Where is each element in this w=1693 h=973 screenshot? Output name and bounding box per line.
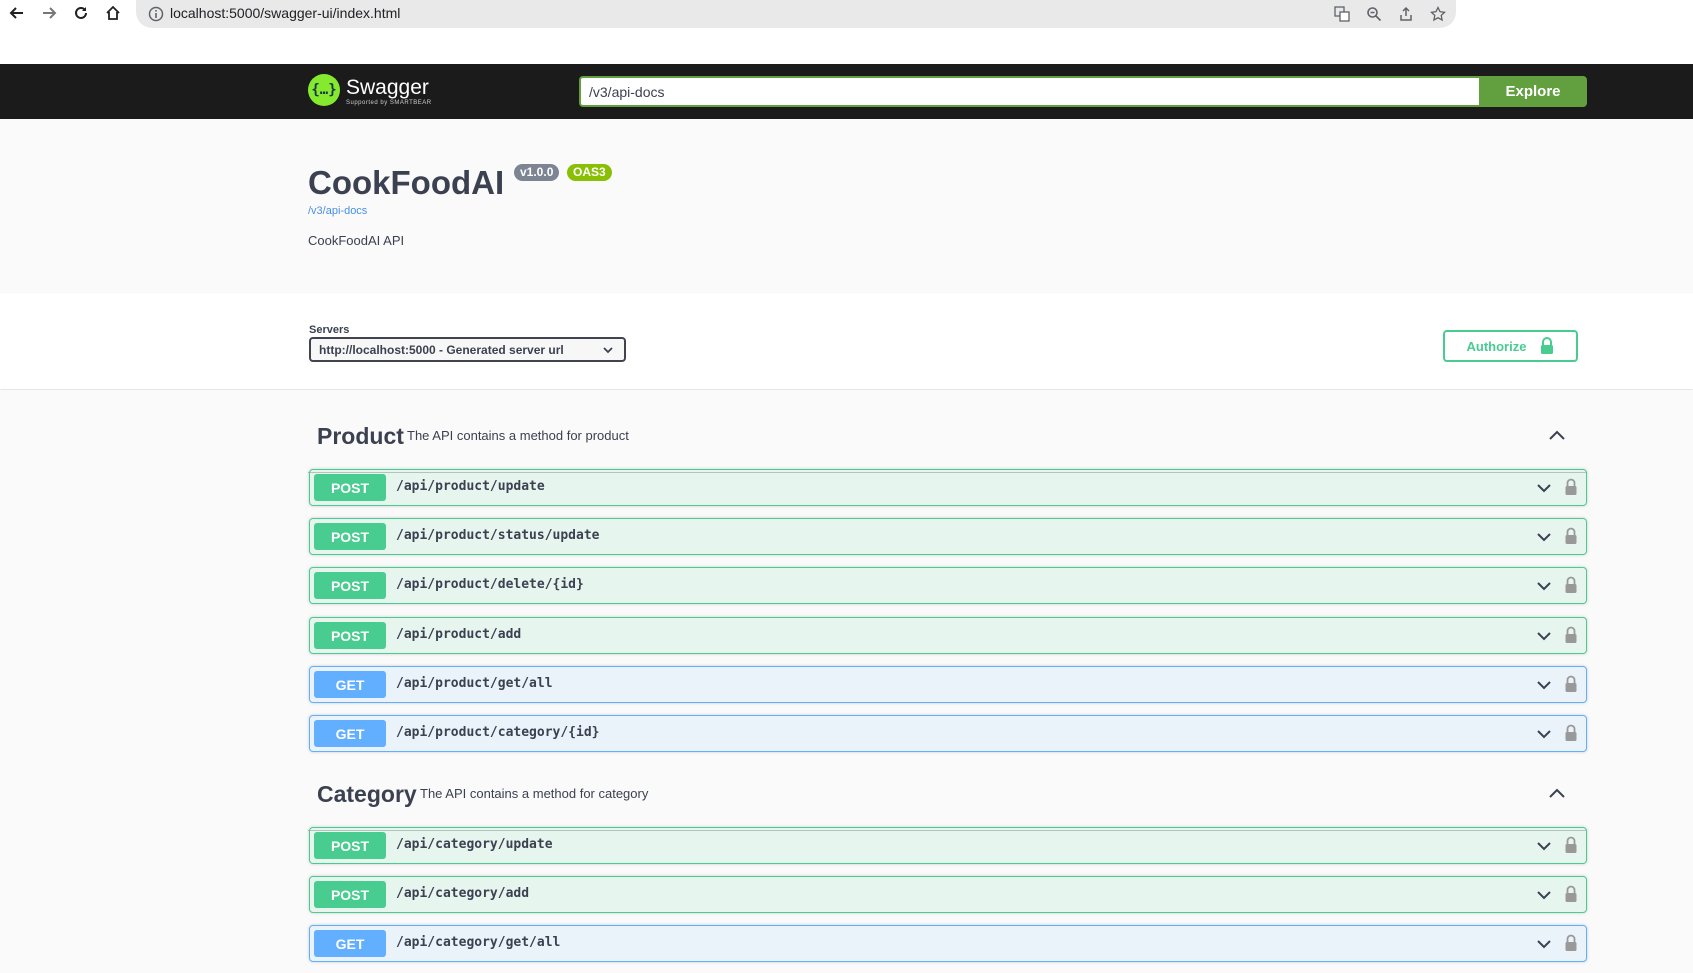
operation-path: /api/product/status/update bbox=[396, 528, 600, 543]
chevron-down-icon[interactable] bbox=[1536, 580, 1552, 592]
spec-url-input[interactable]: /v3/api-docs bbox=[579, 76, 1480, 107]
operation-path: /api/category/add bbox=[396, 886, 530, 901]
api-title: CookFoodAI bbox=[308, 164, 505, 201]
logo-text: Swagger bbox=[346, 76, 429, 99]
lock-icon[interactable] bbox=[1564, 885, 1578, 903]
method-badge: POST bbox=[314, 572, 386, 599]
method-badge: GET bbox=[314, 671, 386, 698]
method-badge: POST bbox=[314, 474, 386, 501]
operation-row[interactable]: GET /api/product/category/{id} bbox=[309, 715, 1587, 752]
chevron-up-icon[interactable] bbox=[1547, 429, 1567, 441]
method-badge: POST bbox=[314, 622, 386, 649]
forward-icon[interactable] bbox=[38, 2, 60, 24]
logo-subtext: Supported by SMARTBEAR bbox=[346, 100, 432, 106]
authorize-button[interactable]: Authorize bbox=[1443, 330, 1578, 362]
share-icon[interactable] bbox=[1396, 4, 1416, 24]
operation-row[interactable]: POST /api/product/update bbox=[309, 469, 1587, 506]
scheme-container bbox=[0, 293, 1693, 389]
operation-path: /api/category/update bbox=[396, 837, 553, 852]
back-icon[interactable] bbox=[6, 2, 28, 24]
info-icon[interactable] bbox=[148, 6, 164, 22]
tag-section-category[interactable]: Category The API contains a method for c… bbox=[308, 757, 1587, 831]
operation-path: /api/product/get/all bbox=[396, 676, 553, 691]
operation-row[interactable]: POST /api/category/add bbox=[309, 876, 1587, 913]
swagger-logo-icon: {…} bbox=[308, 74, 340, 106]
home-icon[interactable] bbox=[102, 2, 124, 24]
zoom-icon[interactable] bbox=[1364, 4, 1384, 24]
chevron-down-icon[interactable] bbox=[1536, 482, 1552, 494]
method-badge: GET bbox=[314, 720, 386, 747]
chevron-up-icon[interactable] bbox=[1547, 787, 1567, 799]
lock-icon[interactable] bbox=[1564, 675, 1578, 693]
operation-path: /api/product/update bbox=[396, 479, 545, 494]
lock-icon[interactable] bbox=[1564, 527, 1578, 545]
tag-description: The API contains a method for product bbox=[407, 428, 629, 443]
info-section bbox=[0, 119, 1693, 293]
method-badge: POST bbox=[314, 881, 386, 908]
explore-button[interactable]: Explore bbox=[1479, 76, 1587, 107]
method-badge: POST bbox=[314, 523, 386, 550]
authorize-label: Authorize bbox=[1466, 338, 1527, 354]
lock-icon[interactable] bbox=[1564, 836, 1578, 854]
oas-badge: OAS3 bbox=[567, 164, 612, 181]
lock-icon[interactable] bbox=[1564, 724, 1578, 742]
operation-row[interactable]: POST /api/product/add bbox=[309, 617, 1587, 654]
lock-icon[interactable] bbox=[1564, 478, 1578, 496]
chevron-down-icon[interactable] bbox=[1536, 531, 1552, 543]
reload-icon[interactable] bbox=[70, 2, 92, 24]
operation-path: /api/category/get/all bbox=[396, 935, 561, 950]
operation-row[interactable]: POST /api/product/status/update bbox=[309, 518, 1587, 555]
chevron-down-icon[interactable] bbox=[1536, 679, 1552, 691]
chevron-down-icon[interactable] bbox=[1536, 938, 1552, 950]
api-description: CookFoodAI API bbox=[308, 233, 405, 248]
browser-toolbar: localhost:5000/swagger-ui/index.html bbox=[0, 0, 1693, 28]
chevron-down-icon[interactable] bbox=[1536, 889, 1552, 901]
chevron-down-icon[interactable] bbox=[1536, 630, 1552, 642]
operation-path: /api/product/category/{id} bbox=[396, 725, 600, 740]
tag-name: Product bbox=[317, 423, 404, 449]
spec-link[interactable]: /v3/api-docs bbox=[308, 205, 367, 217]
tag-description: The API contains a method for category bbox=[420, 786, 649, 801]
method-badge: GET bbox=[314, 930, 386, 957]
chevron-down-icon bbox=[603, 347, 613, 354]
lock-icon[interactable] bbox=[1564, 576, 1578, 594]
operation-row[interactable]: GET /api/product/get/all bbox=[309, 666, 1587, 703]
bookmark-star-icon[interactable] bbox=[1428, 4, 1448, 24]
operation-path: /api/product/add bbox=[396, 627, 522, 642]
lock-icon[interactable] bbox=[1564, 934, 1578, 952]
swagger-logo[interactable]: {…} Swagger Supported by SMARTBEAR bbox=[308, 74, 438, 110]
lock-icon[interactable] bbox=[1564, 626, 1578, 644]
url-text[interactable]: localhost:5000/swagger-ui/index.html bbox=[170, 5, 400, 21]
servers-label: Servers bbox=[309, 324, 350, 336]
unlock-icon bbox=[1541, 337, 1554, 354]
operation-row[interactable]: POST /api/product/delete/{id} bbox=[309, 567, 1587, 604]
operation-row[interactable]: POST /api/category/update bbox=[309, 827, 1587, 864]
servers-selected-value: http://localhost:5000 - Generated server… bbox=[319, 343, 564, 357]
chevron-down-icon[interactable] bbox=[1536, 728, 1552, 740]
tag-section-product[interactable]: Product The API contains a method for pr… bbox=[308, 399, 1587, 473]
translate-icon[interactable] bbox=[1332, 4, 1352, 24]
address-bar[interactable]: localhost:5000/swagger-ui/index.html bbox=[136, 0, 1456, 28]
method-badge: POST bbox=[314, 832, 386, 859]
version-badge: v1.0.0 bbox=[514, 164, 560, 181]
chevron-down-icon[interactable] bbox=[1536, 840, 1552, 852]
operation-path: /api/product/delete/{id} bbox=[396, 577, 584, 592]
operation-row[interactable]: GET /api/category/get/all bbox=[309, 925, 1587, 962]
tag-name: Category bbox=[317, 781, 417, 807]
servers-select[interactable]: http://localhost:5000 - Generated server… bbox=[309, 337, 626, 362]
